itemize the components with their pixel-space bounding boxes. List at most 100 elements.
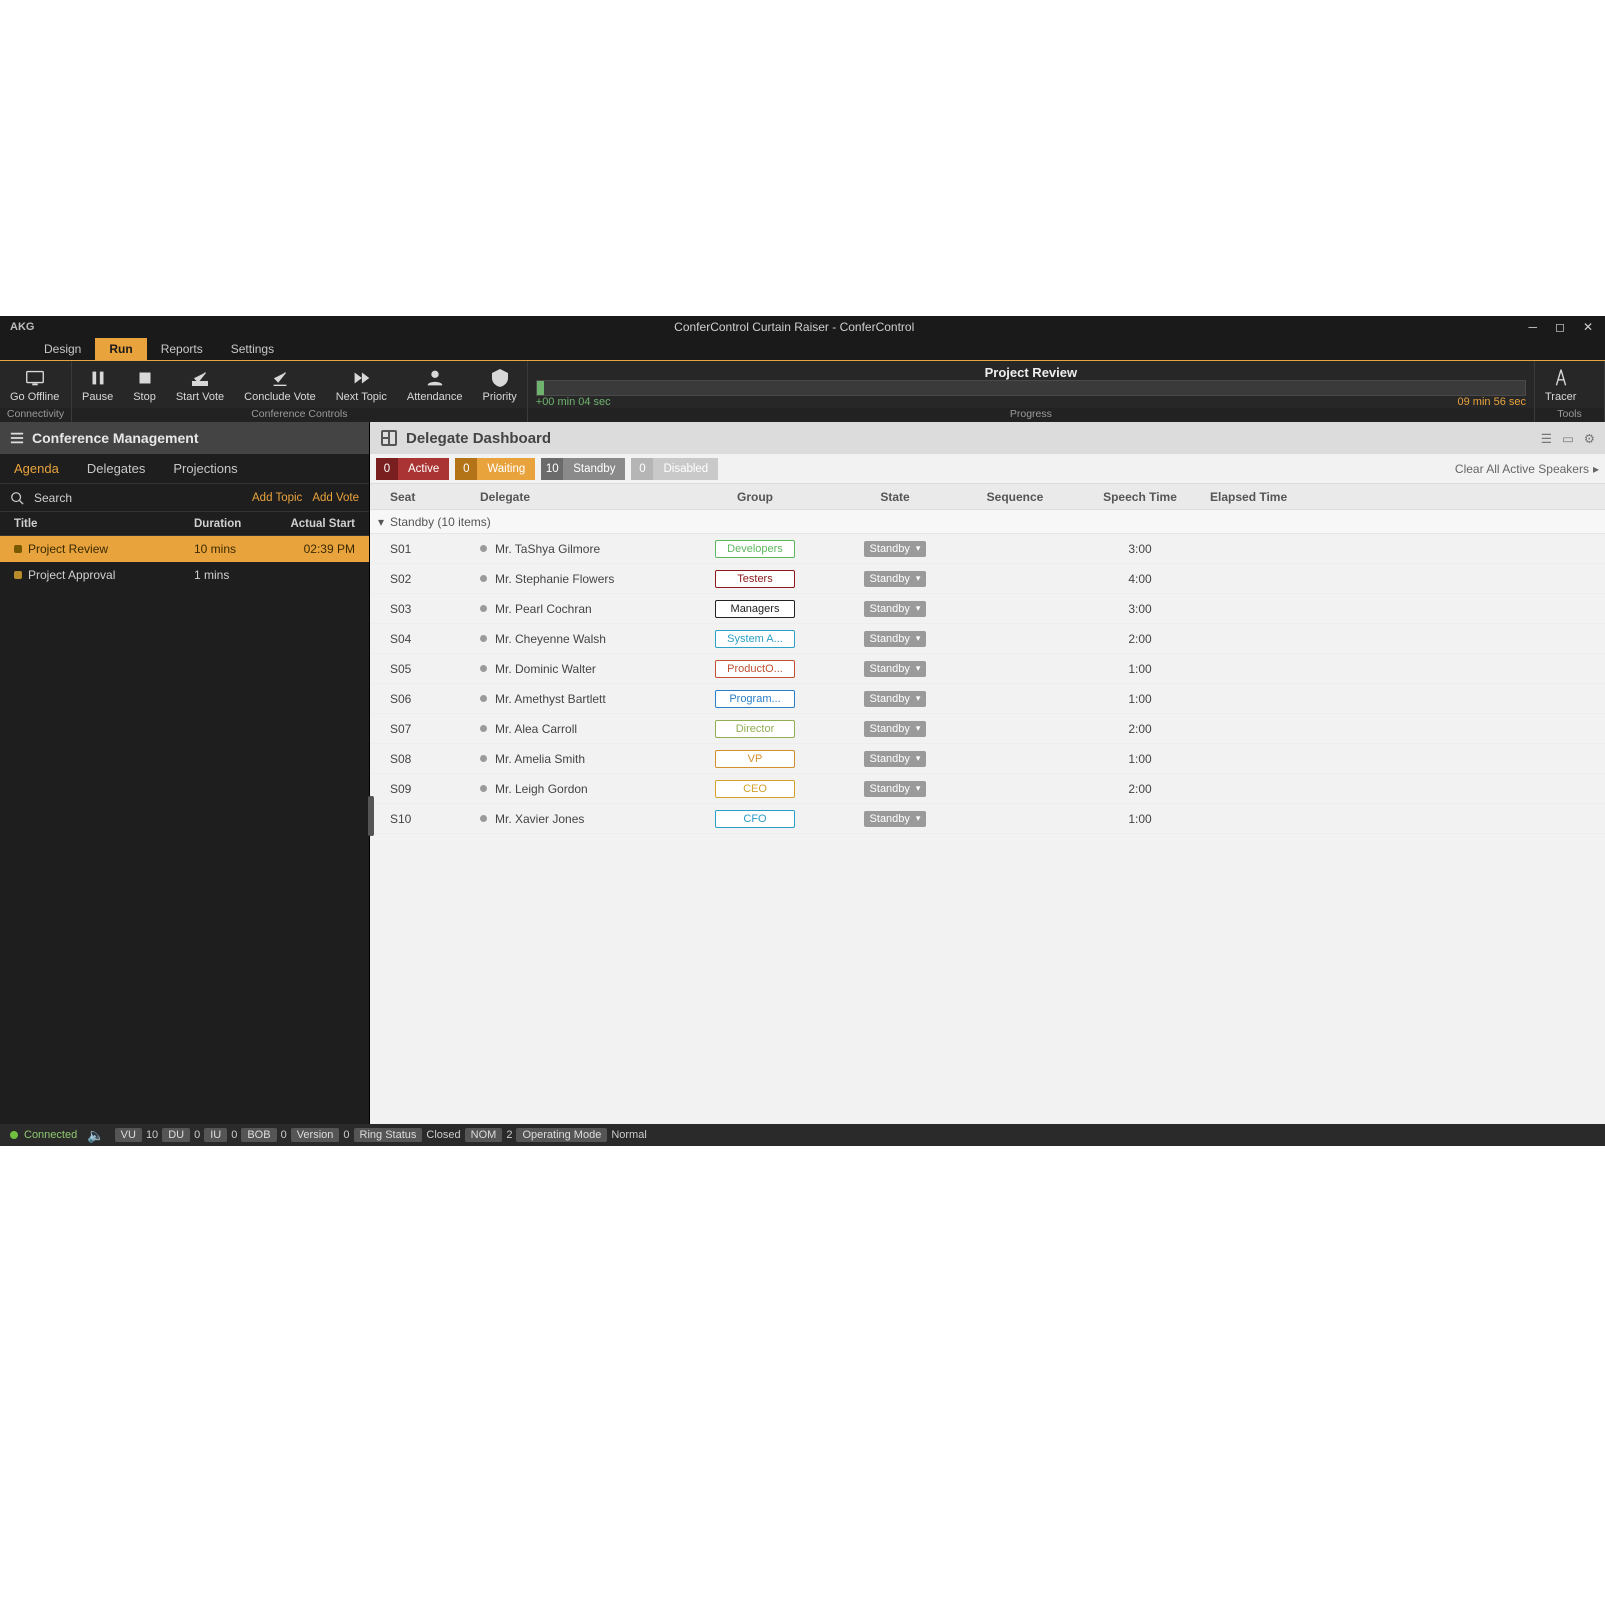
group-tag[interactable]: Developers (715, 540, 795, 558)
filter-label: Disabled (653, 458, 718, 480)
menu-reports[interactable]: Reports (147, 338, 217, 360)
table-row[interactable]: S02Mr. Stephanie FlowersTestersStandby▾4… (370, 564, 1605, 594)
minimize-button[interactable]: ─ (1528, 320, 1537, 334)
state-dropdown[interactable]: Standby▾ (864, 751, 927, 767)
table-row[interactable]: S04Mr. Cheyenne WalshSystem A...Standby▾… (370, 624, 1605, 654)
clear-active-speakers-link[interactable]: Clear All Active Speakers▸ (1455, 462, 1599, 476)
state-dropdown[interactable]: Standby▾ (864, 721, 927, 737)
collapse-icon[interactable]: ▾ (378, 515, 384, 529)
table-row[interactable]: S01Mr. TaShya GilmoreDevelopersStandby▾3… (370, 534, 1605, 564)
chevron-down-icon: ▾ (916, 663, 921, 674)
stop-icon (134, 367, 156, 389)
maximize-button[interactable]: ◻ (1555, 320, 1565, 334)
progress-bar[interactable] (536, 380, 1526, 396)
tab-agenda[interactable]: Agenda (14, 461, 59, 476)
chevron-down-icon: ▾ (916, 723, 921, 734)
go-offline-label: Go Offline (10, 391, 59, 403)
cell-speech-time: 1:00 (1070, 812, 1210, 826)
group-tag[interactable]: ProductO... (715, 660, 795, 678)
close-button[interactable]: ✕ (1583, 320, 1593, 334)
cell-seat: S04 (390, 632, 480, 646)
table-row[interactable]: S09Mr. Leigh GordonCEOStandby▾2:00 (370, 774, 1605, 804)
window-title: ConferControl Curtain Raiser - ConferCon… (60, 320, 1528, 334)
col-group[interactable]: Group (680, 490, 830, 504)
menu-design[interactable]: Design (30, 338, 95, 360)
state-dropdown[interactable]: Standby▾ (864, 601, 927, 617)
menu-run[interactable]: Run (95, 338, 146, 360)
table-row[interactable]: S03Mr. Pearl CochranManagersStandby▾3:00 (370, 594, 1605, 624)
filter-active[interactable]: 0Active (376, 458, 449, 480)
stop-button[interactable]: Stop (123, 361, 166, 408)
chevron-down-icon: ▾ (916, 813, 921, 824)
speaker-icon[interactable]: 🔈 (87, 1127, 104, 1144)
group-tag[interactable]: Managers (715, 600, 795, 618)
status-chip: DU (162, 1128, 190, 1142)
group-tag[interactable]: CFO (715, 810, 795, 828)
state-dropdown[interactable]: Standby▾ (864, 571, 927, 587)
table-row[interactable]: S07Mr. Alea CarrollDirectorStandby▾2:00 (370, 714, 1605, 744)
group-tag[interactable]: CEO (715, 780, 795, 798)
table-row[interactable]: S10Mr. Xavier JonesCFOStandby▾1:00 (370, 804, 1605, 834)
state-dropdown[interactable]: Standby ▾ (864, 811, 927, 827)
filter-disabled[interactable]: 0Disabled (631, 458, 718, 480)
next-topic-button[interactable]: Next Topic (326, 361, 397, 408)
list-view-icon[interactable]: ☰ (1541, 431, 1552, 446)
status-dot-icon (480, 755, 487, 762)
table-row[interactable]: S06Mr. Amethyst BartlettProgram...Standb… (370, 684, 1605, 714)
table-row[interactable]: S05Mr. Dominic WalterProductO...Standby▾… (370, 654, 1605, 684)
splitter-handle[interactable] (368, 796, 374, 836)
attendance-label: Attendance (407, 391, 463, 403)
compass-icon (1550, 367, 1572, 389)
state-dropdown[interactable]: Standby▾ (864, 661, 927, 677)
col-state[interactable]: State (830, 490, 960, 504)
cell-speech-time: 2:00 (1070, 782, 1210, 796)
state-dropdown[interactable]: Standby▾ (864, 781, 927, 797)
tab-delegates[interactable]: Delegates (87, 461, 146, 476)
pause-button[interactable]: Pause (72, 361, 123, 408)
search-icon[interactable] (10, 491, 24, 505)
card-view-icon[interactable]: ▭ (1562, 431, 1574, 446)
conclude-vote-button[interactable]: Conclude Vote (234, 361, 326, 408)
state-label: Standby (870, 813, 910, 825)
group-header-label: Standby (10 items) (390, 515, 491, 529)
group-tag[interactable]: Testers (715, 570, 795, 588)
agenda-row[interactable]: Project Approval1 mins (0, 562, 369, 588)
state-dropdown[interactable]: Standby▾ (864, 691, 927, 707)
col-delegate[interactable]: Delegate (480, 490, 680, 504)
menu-settings[interactable]: Settings (217, 338, 288, 360)
pause-label: Pause (82, 391, 113, 403)
tab-projections[interactable]: Projections (173, 461, 237, 476)
group-tag[interactable]: Program... (715, 690, 795, 708)
status-chip: Operating Mode (516, 1128, 607, 1142)
agenda-row[interactable]: Project Review10 mins02:39 PM (0, 536, 369, 562)
col-speech-time[interactable]: Speech Time (1070, 490, 1210, 504)
add-vote-button[interactable]: Add Vote (312, 492, 359, 504)
menubar: DesignRunReportsSettings (0, 338, 1605, 360)
status-value: 2 (506, 1129, 512, 1141)
state-dropdown[interactable]: Standby▾ (864, 541, 927, 557)
settings-icon[interactable]: ⚙ (1584, 431, 1595, 446)
table-group-header[interactable]: ▾ Standby (10 items) (370, 510, 1605, 534)
state-dropdown[interactable]: Standby▾ (864, 631, 927, 647)
add-topic-button[interactable]: Add Topic (252, 492, 302, 504)
agenda-start: 02:39 PM (284, 542, 355, 556)
cell-speech-time: 3:00 (1070, 602, 1210, 616)
filter-standby[interactable]: 10Standby (541, 458, 625, 480)
group-tag[interactable]: Director (715, 720, 795, 738)
search-label[interactable]: Search (34, 491, 72, 505)
status-value: 10 (146, 1129, 158, 1141)
go-offline-button[interactable]: Go Offline (0, 361, 69, 408)
col-seat[interactable]: Seat (390, 490, 480, 504)
group-tag[interactable]: System A... (715, 630, 795, 648)
start-vote-button[interactable]: Start Vote (166, 361, 234, 408)
group-tag[interactable]: VP (715, 750, 795, 768)
filter-waiting[interactable]: 0Waiting (455, 458, 535, 480)
col-sequence[interactable]: Sequence (960, 490, 1070, 504)
priority-button[interactable]: Priority (473, 361, 527, 408)
dashboard-icon (380, 429, 398, 447)
attendance-button[interactable]: Attendance (397, 361, 473, 408)
cell-speech-time: 4:00 (1070, 572, 1210, 586)
tracer-button[interactable]: Tracer (1535, 361, 1586, 408)
col-elapsed-time[interactable]: Elapsed Time (1210, 490, 1350, 504)
table-row[interactable]: S08Mr. Amelia SmithVPStandby▾1:00 (370, 744, 1605, 774)
